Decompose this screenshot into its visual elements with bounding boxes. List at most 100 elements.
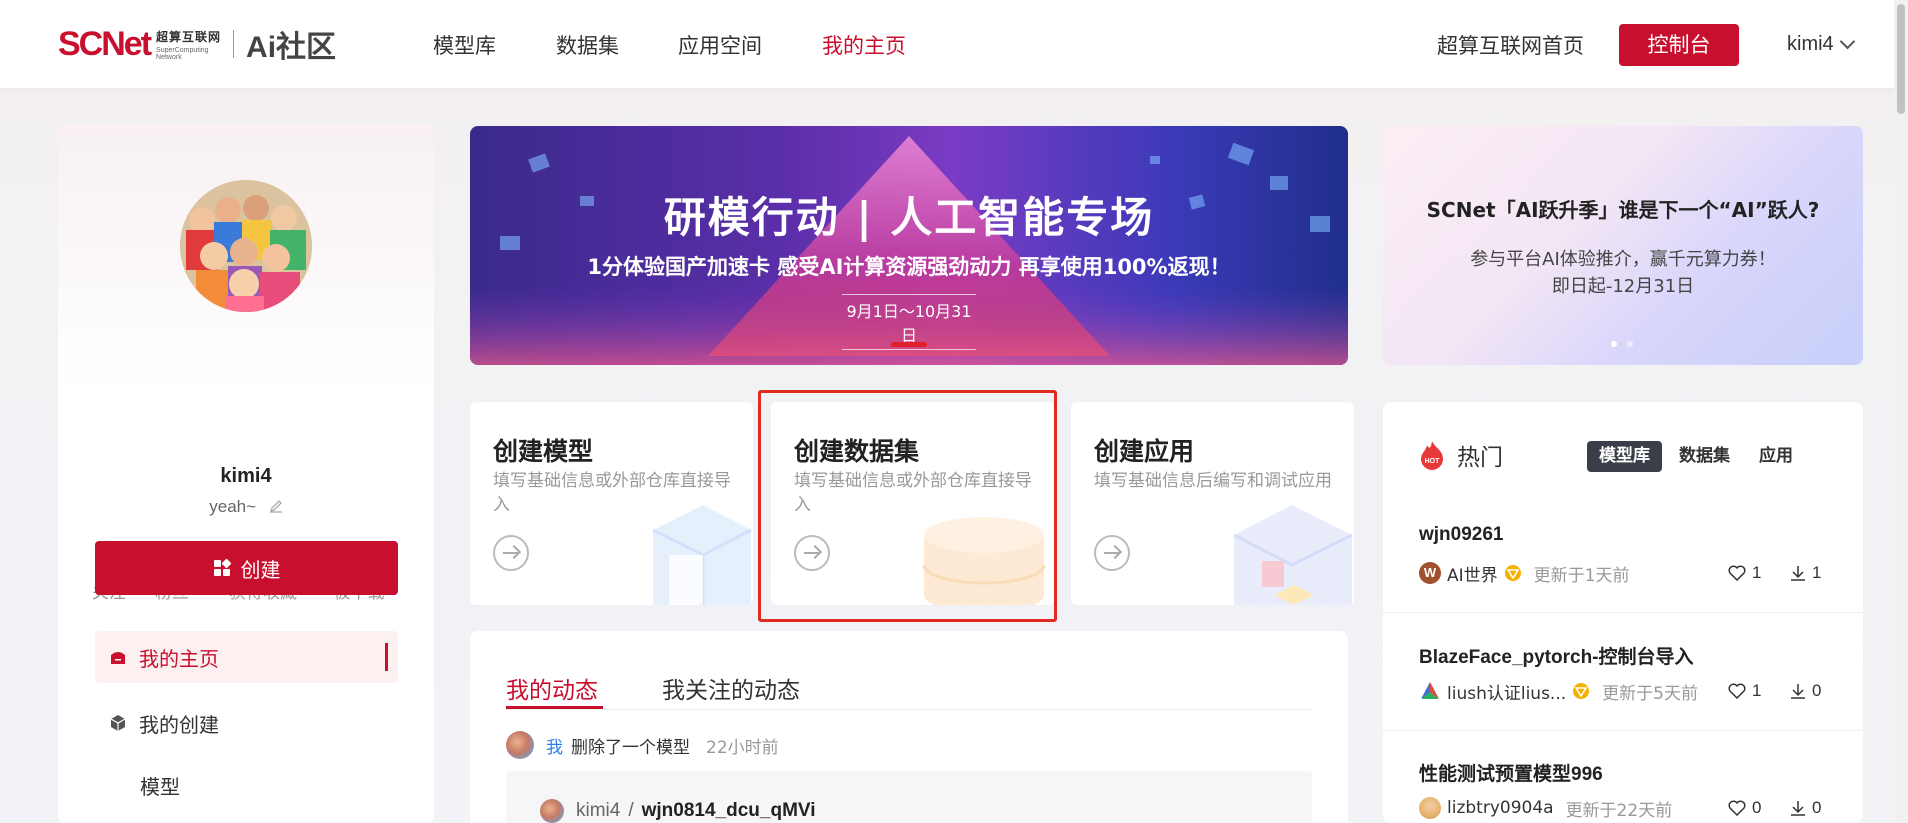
hot-item-owner[interactable]: AI世界 xyxy=(1447,561,1498,586)
heart-icon xyxy=(1728,683,1746,699)
profile-username: kimi4 xyxy=(220,465,272,487)
like-count-value: 0 xyxy=(1752,798,1762,817)
logo-ai-text: Ai社区 xyxy=(246,31,337,64)
edit-pen-icon[interactable] xyxy=(269,499,283,513)
hot-tab-datasets[interactable]: 数据集 xyxy=(1667,441,1742,472)
avatar[interactable] xyxy=(1419,680,1441,702)
avatar[interactable] xyxy=(180,180,312,312)
avatar[interactable]: W xyxy=(1419,562,1441,584)
hot-item-meta: liush认证lius... 更新于5天前 1 0 xyxy=(1419,678,1829,704)
divider xyxy=(1383,730,1863,731)
avatar-image xyxy=(180,180,312,312)
banner-pagination-dot[interactable] xyxy=(891,342,927,347)
feed-actor[interactable]: 我 xyxy=(546,733,563,758)
promo-title: SCNet「AI跃升季」谁是下一个“AI”跃人? xyxy=(1426,198,1820,222)
svg-text:HOT: HOT xyxy=(1425,458,1441,465)
hot-tab-apps[interactable]: 应用 xyxy=(1747,441,1805,472)
menu-my-creations-label: 我的创建 xyxy=(139,712,219,737)
hot-item[interactable]: 性能测试预置模型996 lizbtry0904a 更新于22天前 0 0 xyxy=(1419,759,1839,821)
logo-sub: 超算互联网 SuperComputing Network xyxy=(156,28,221,61)
scnet-home-link[interactable]: 超算互联网首页 xyxy=(1437,30,1584,60)
nav-my-home[interactable]: 我的主页 xyxy=(822,30,906,60)
download-count[interactable]: 0 xyxy=(1790,798,1821,818)
create-app-card[interactable]: 创建应用 填写基础信息后编写和调试应用 xyxy=(1071,402,1354,605)
menu-my-home[interactable]: 我的主页 xyxy=(95,631,398,683)
download-icon xyxy=(1791,684,1805,699)
avatar[interactable] xyxy=(506,731,534,759)
promo-dot-1[interactable] xyxy=(1611,341,1617,347)
promo-banner[interactable]: SCNet「AI跃升季」谁是下一个“AI”跃人? 参与平台AI体验推介，赢千元算… xyxy=(1383,126,1863,365)
hot-item-meta: lizbtry0904a 更新于22天前 0 0 xyxy=(1419,795,1829,821)
hot-item-updated: 更新于22天前 xyxy=(1565,800,1673,821)
tab-my-activity[interactable]: 我的动态 xyxy=(506,671,598,705)
banner-subtitle: 1分体验国产加速卡 感受AI计算资源强劲动力 再享使用100%返现！ xyxy=(587,255,1231,279)
hot-item-meta: W AI世界 更新于1天前 1 1 xyxy=(1419,560,1829,586)
avatar xyxy=(540,799,564,823)
home-icon xyxy=(111,652,125,664)
create-model-card[interactable]: 创建模型 填写基础信息或外部仓库直接导入 xyxy=(470,402,753,605)
feed-detail-user[interactable]: kimi4 xyxy=(576,800,620,822)
activity-panel: 我的动态 我关注的动态 我 删除了一个模型 22小时前 kimi4 / wjn0… xyxy=(470,631,1348,823)
like-count[interactable]: 0 xyxy=(1728,798,1761,818)
heart-icon xyxy=(1728,800,1746,816)
create-button[interactable]: 创建 xyxy=(95,541,398,595)
scrollbar[interactable] xyxy=(1894,0,1908,823)
hot-item-updated: 更新于1天前 xyxy=(1533,565,1630,586)
hot-tab-models[interactable]: 模型库 xyxy=(1587,441,1662,472)
tab-following-activity[interactable]: 我关注的动态 xyxy=(662,671,800,705)
cube-icon xyxy=(110,715,126,731)
promo-subtitle: 参与平台AI体验推介，赢千元算力券！ 即日起-12月31日 xyxy=(1383,246,1863,300)
divider xyxy=(1383,612,1863,613)
feed-detail-box[interactable]: kimi4 / wjn0814_dcu_qMVi xyxy=(506,771,1312,823)
nav-datasets[interactable]: 数据集 xyxy=(556,30,619,60)
hot-item[interactable]: BlazeFace_pytorch-控制台导入 liush认证lius... 更… xyxy=(1419,642,1839,704)
download-count[interactable]: 0 xyxy=(1790,681,1821,701)
verified-badge-icon xyxy=(1504,565,1521,581)
promo-pagination xyxy=(1611,341,1633,347)
main-banner[interactable]: 研模行动 | 人工智能专场 1分体验国产加速卡 感受AI计算资源强劲动力 再享使… xyxy=(470,126,1348,365)
nav-model-library[interactable]: 模型库 xyxy=(433,30,496,60)
profile-header: kimi4 yeah~ 1关注 0粉丝 2获得收藏 6被下载 xyxy=(58,125,434,603)
feed-detail-item[interactable]: wjn0814_dcu_qMVi xyxy=(642,800,816,822)
console-button[interactable]: 控制台 xyxy=(1619,24,1739,66)
hot-item-name[interactable]: BlazeFace_pytorch-控制台导入 xyxy=(1419,642,1839,669)
hot-item[interactable]: wjn09261 W AI世界 更新于1天前 1 1 xyxy=(1419,524,1839,586)
promo-line-1: 参与平台AI体验推介，赢千元算力券！ xyxy=(1470,249,1776,270)
submenu-models[interactable]: 模型 xyxy=(140,771,180,800)
arrow-right-icon[interactable] xyxy=(1094,535,1130,571)
download-count[interactable]: 1 xyxy=(1790,563,1821,583)
profile-bio: yeah~ xyxy=(58,497,434,517)
like-count[interactable]: 1 xyxy=(1728,563,1761,583)
feed-detail-sep: / xyxy=(628,800,634,821)
hot-item-name[interactable]: wjn09261 xyxy=(1419,524,1839,546)
promo-line-2: 即日起-12月31日 xyxy=(1551,276,1695,297)
promo-dot-2[interactable] xyxy=(1627,341,1633,347)
logo-en-text: SuperComputing Network xyxy=(156,46,209,61)
user-menu-name: kimi4 xyxy=(1787,33,1834,55)
grid-icon xyxy=(213,559,231,576)
like-count-value: 1 xyxy=(1752,563,1762,582)
nav-app-space[interactable]: 应用空间 xyxy=(678,30,762,60)
app-cube-illustration-icon xyxy=(1233,505,1353,605)
top-header: SCNet 超算互联网 SuperComputing Network Ai社区 … xyxy=(0,0,1908,89)
menu-my-creations[interactable]: 我的创建 xyxy=(95,697,398,749)
feed-item: 我 删除了一个模型 22小时前 xyxy=(506,731,779,759)
arrow-right-icon[interactable] xyxy=(493,535,529,571)
scrollbar-thumb[interactable] xyxy=(1897,4,1905,114)
profile-bio-text: yeah~ xyxy=(209,497,257,516)
chevron-down-icon xyxy=(1839,33,1855,50)
feed-action: 删除了一个模型 xyxy=(571,737,690,758)
download-count-value: 1 xyxy=(1812,563,1822,582)
scnet-logo[interactable]: SCNet 超算互联网 SuperComputing Network Ai社区 xyxy=(58,24,337,65)
banner-title: 研模行动 | 人工智能专场 xyxy=(663,193,1155,242)
hot-item-name[interactable]: 性能测试预置模型996 xyxy=(1419,759,1839,786)
download-count-value: 0 xyxy=(1812,798,1822,817)
download-icon xyxy=(1791,566,1805,581)
hot-item-owner[interactable]: liush认证lius... xyxy=(1447,679,1566,704)
user-menu[interactable]: kimi4 xyxy=(1787,33,1855,56)
download-count-value: 0 xyxy=(1812,681,1822,700)
like-count[interactable]: 1 xyxy=(1728,681,1761,701)
menu-my-home-label: 我的主页 xyxy=(139,646,219,671)
hot-item-owner[interactable]: lizbtry0904a xyxy=(1447,798,1554,818)
avatar[interactable] xyxy=(1419,797,1441,819)
